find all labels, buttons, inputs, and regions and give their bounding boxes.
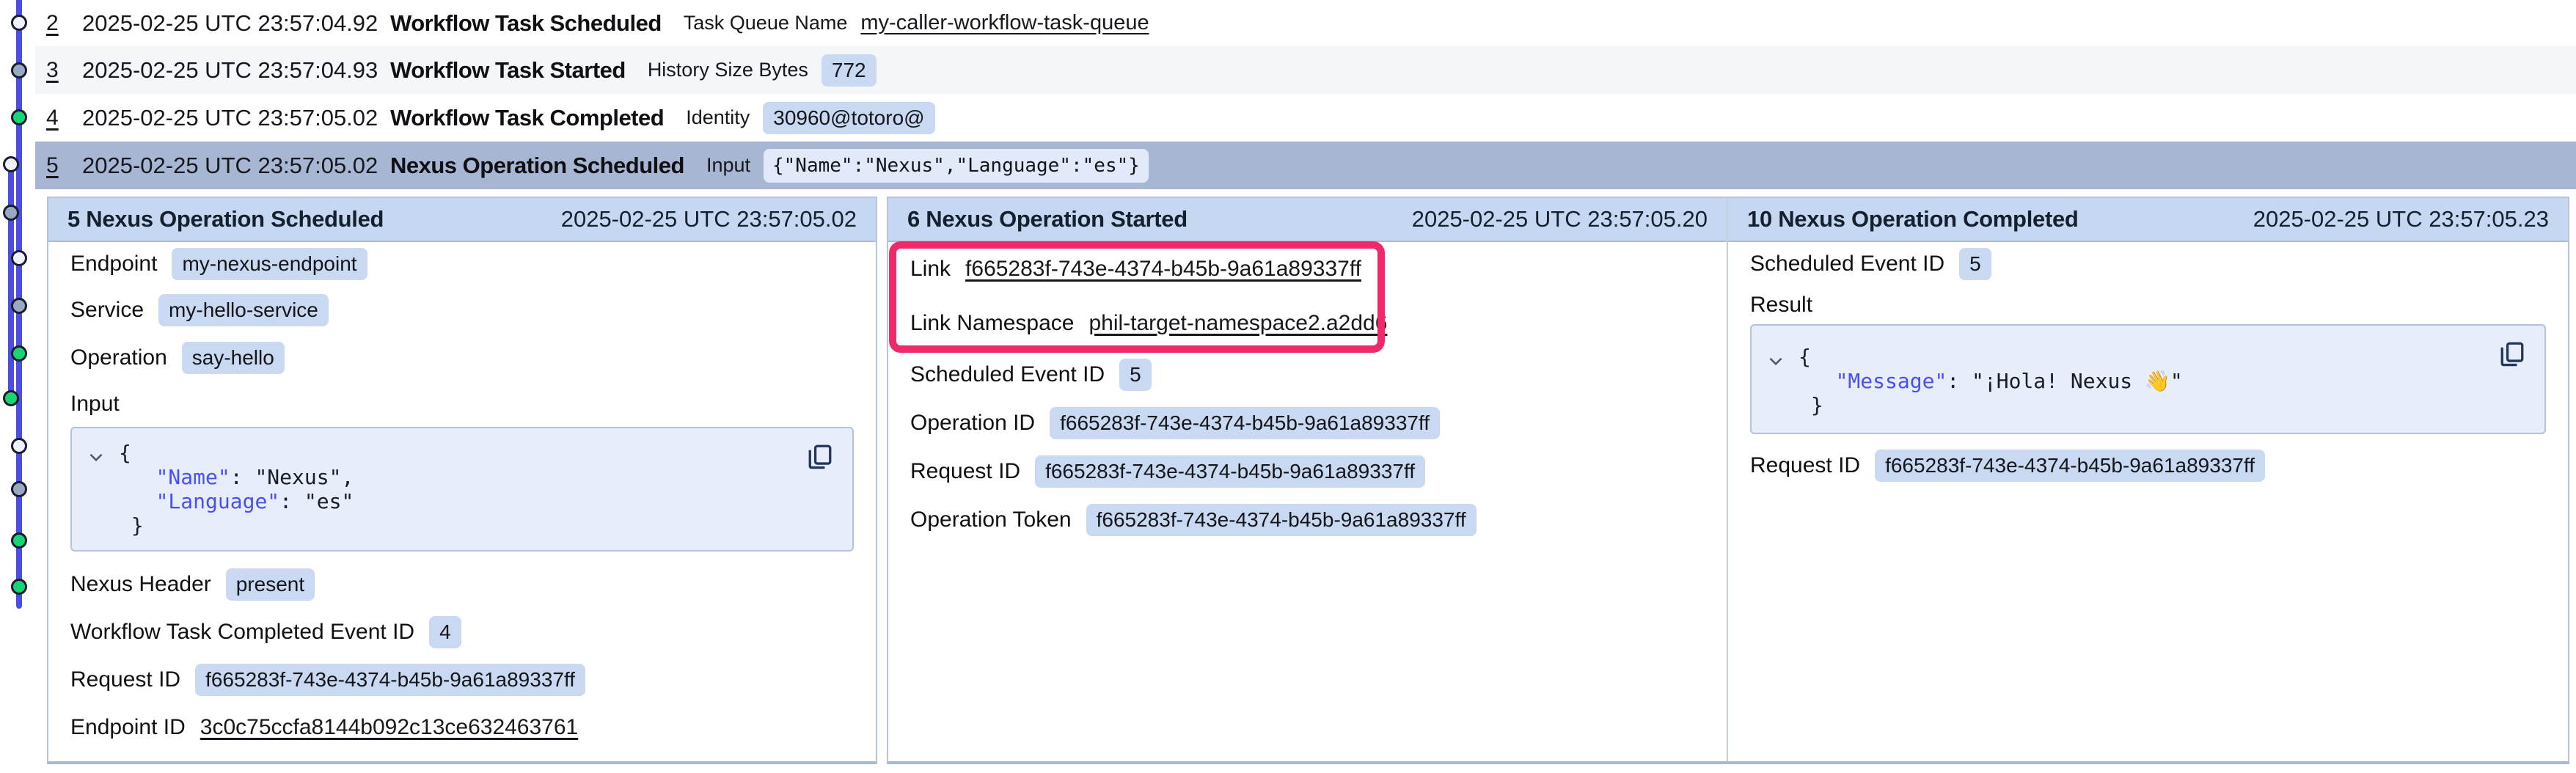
wtc-event-id-badge: 4 — [429, 616, 461, 648]
copy-icon[interactable] — [804, 440, 836, 472]
operation-label: Operation — [70, 345, 167, 370]
event-row-4[interactable]: 4 2025-02-25 UTC 23:57:05.02 Workflow Ta… — [35, 94, 2576, 142]
timeline-node-scheduled — [11, 15, 27, 31]
card-nexus-operation-started: 6 Nexus Operation Started 2025-02-25 UTC… — [888, 198, 1727, 761]
input-label: Input — [70, 392, 120, 417]
link-namespace-link[interactable]: phil-target-namespace2.a2dd6 — [1088, 311, 1387, 336]
event-detail-label: Task Queue Name — [684, 12, 848, 34]
timeline-node-scheduled — [3, 156, 19, 172]
card-header: 6 Nexus Operation Started 2025-02-25 UTC… — [888, 198, 1727, 242]
event-row-5-selected[interactable]: 5 2025-02-25 UTC 23:57:05.02 Nexus Opera… — [35, 142, 2576, 189]
scheduled-event-id-label: Scheduled Event ID — [910, 362, 1105, 387]
card-header: 5 Nexus Operation Scheduled 2025-02-25 U… — [48, 198, 876, 242]
input-json-viewer: { "Name": "Nexus", "Language": "es" } — [70, 427, 854, 552]
service-label: Service — [70, 298, 144, 323]
event-detail-label: Identity — [686, 106, 750, 129]
event-name: Workflow Task Completed — [390, 105, 664, 131]
endpoint-badge: my-nexus-endpoint — [172, 248, 367, 280]
event-timestamp: 2025-02-25 UTC 23:57:04.93 — [82, 57, 390, 84]
card-timestamp: 2025-02-25 UTC 23:57:05.23 — [2253, 206, 2549, 232]
event-timestamp: 2025-02-25 UTC 23:57:04.92 — [82, 10, 390, 37]
event-id-link[interactable]: 3 — [46, 58, 82, 83]
event-name: Nexus Operation Scheduled — [390, 153, 684, 179]
nexus-header-label: Nexus Header — [70, 572, 211, 597]
timeline-branch-line — [8, 164, 14, 403]
timeline-node-started — [11, 298, 27, 314]
endpoint-id-label: Endpoint ID — [70, 715, 186, 740]
input-json-badge: {"Name":"Nexus","Language":"es"} — [764, 149, 1149, 183]
event-name: Workflow Task Started — [390, 57, 626, 84]
card-title: 10 Nexus Operation Completed — [1747, 206, 2079, 232]
timeline-node-completed — [11, 579, 27, 595]
identity-badge: 30960@totoro@ — [763, 102, 934, 134]
wtc-event-id-label: Workflow Task Completed Event ID — [70, 620, 414, 645]
event-id-link[interactable]: 2 — [46, 11, 82, 36]
request-id-label: Request ID — [70, 667, 180, 692]
card-header: 10 Nexus Operation Completed 2025-02-25 … — [1728, 198, 2568, 242]
nexus-header-badge: present — [226, 568, 315, 601]
scheduled-event-id-badge: 5 — [1959, 248, 1991, 280]
card-nexus-operation-scheduled: 5 Nexus Operation Scheduled 2025-02-25 U… — [47, 197, 877, 764]
timeline-node-started — [3, 205, 19, 221]
event-id-link[interactable]: 5 — [46, 153, 82, 178]
timeline-node-completed — [11, 109, 27, 125]
event-timestamp: 2025-02-25 UTC 23:57:05.02 — [82, 105, 390, 131]
event-row-2[interactable]: 2 2025-02-25 UTC 23:57:04.92 Workflow Ta… — [35, 0, 2576, 46]
card-group-started-completed: 6 Nexus Operation Started 2025-02-25 UTC… — [887, 197, 2569, 764]
card-title: 6 Nexus Operation Started — [907, 206, 1188, 232]
endpoint-id-link[interactable]: 3c0c75ccfa8144b092c13ce632463761 — [200, 715, 578, 740]
timeline-node-scheduled — [11, 438, 27, 454]
operation-id-badge: f665283f-743e-4374-b45b-9a61a89337ff — [1050, 407, 1440, 439]
card-timestamp: 2025-02-25 UTC 23:57:05.20 — [1412, 206, 1708, 232]
copy-icon[interactable] — [2496, 337, 2528, 370]
service-badge: my-hello-service — [158, 294, 329, 326]
request-id-label: Request ID — [1750, 453, 1860, 478]
scheduled-event-id-label: Scheduled Event ID — [1750, 252, 1944, 276]
result-json-viewer: { "Message": "¡Hola! Nexus 👋" } — [1750, 324, 2546, 434]
event-id-link[interactable]: 4 — [46, 106, 82, 131]
operation-badge: say-hello — [182, 342, 285, 374]
card-timestamp: 2025-02-25 UTC 23:57:05.02 — [561, 206, 857, 232]
timeline-node-started — [11, 62, 27, 78]
operation-id-label: Operation ID — [910, 411, 1035, 436]
json-content: { "Name": "Nexus", "Language": "es" } — [72, 428, 852, 538]
endpoint-label: Endpoint — [70, 252, 157, 276]
history-size-badge: 772 — [822, 54, 877, 87]
operation-token-badge: f665283f-743e-4374-b45b-9a61a89337ff — [1086, 504, 1477, 536]
link-label: Link — [910, 257, 951, 282]
timeline-node-completed — [11, 532, 27, 549]
request-id-badge: f665283f-743e-4374-b45b-9a61a89337ff — [195, 664, 585, 696]
result-label: Result — [1750, 293, 1812, 318]
link-namespace-label: Link Namespace — [910, 311, 1074, 336]
request-id-label: Request ID — [910, 459, 1020, 484]
link-value-link[interactable]: f665283f-743e-4374-b45b-9a61a89337ff — [965, 257, 1361, 282]
request-id-badge: f665283f-743e-4374-b45b-9a61a89337ff — [1875, 450, 2265, 482]
operation-token-label: Operation Token — [910, 508, 1072, 532]
event-timestamp: 2025-02-25 UTC 23:57:05.02 — [82, 153, 390, 179]
timeline-node-scheduled — [11, 250, 27, 266]
event-detail-label: History Size Bytes — [648, 59, 808, 81]
card-title: 5 Nexus Operation Scheduled — [67, 206, 384, 232]
event-row-3[interactable]: 3 2025-02-25 UTC 23:57:04.93 Workflow Ta… — [35, 46, 2576, 94]
timeline-node-completed — [11, 345, 27, 362]
request-id-badge: f665283f-743e-4374-b45b-9a61a89337ff — [1035, 455, 1425, 488]
scheduled-event-id-badge: 5 — [1119, 359, 1152, 391]
timeline-node-started — [11, 481, 27, 497]
chevron-down-icon[interactable] — [1766, 351, 1785, 370]
chevron-down-icon[interactable] — [87, 447, 106, 466]
json-content: { "Message": "¡Hola! Nexus 👋" } — [1752, 326, 2544, 417]
task-queue-link[interactable]: my-caller-workflow-task-queue — [860, 11, 1149, 35]
timeline-node-completed — [3, 390, 19, 406]
card-nexus-operation-completed: 10 Nexus Operation Completed 2025-02-25 … — [1728, 198, 2568, 761]
event-detail-label: Input — [706, 154, 750, 177]
event-name: Workflow Task Scheduled — [390, 10, 662, 37]
